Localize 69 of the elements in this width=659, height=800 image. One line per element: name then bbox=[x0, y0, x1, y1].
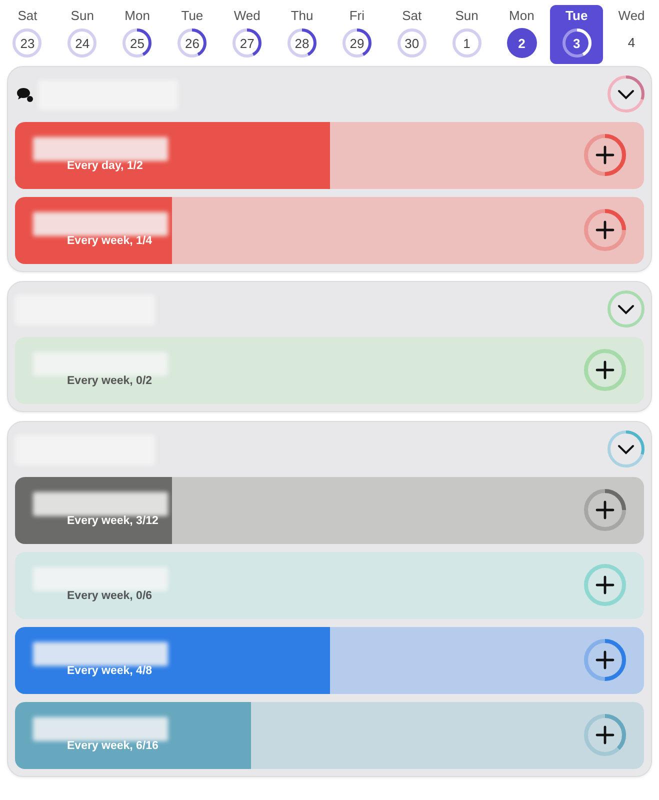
weekday-label: Tue bbox=[566, 8, 588, 23]
progress-ring bbox=[121, 27, 154, 59]
collapse-button[interactable] bbox=[606, 429, 646, 469]
progress-ring bbox=[450, 27, 483, 59]
progress-ring bbox=[176, 27, 208, 59]
day-tab[interactable]: Wed 4 bbox=[605, 5, 658, 64]
collapse-button[interactable] bbox=[606, 74, 646, 114]
date-number: 3 bbox=[572, 36, 580, 50]
date-number: 30 bbox=[404, 36, 420, 50]
habit-row[interactable]: Every week, 4/8 bbox=[15, 627, 644, 694]
weekday-label: Sun bbox=[455, 8, 478, 23]
date-number: 23 bbox=[20, 36, 35, 50]
day-tab[interactable]: Sun 24 bbox=[56, 5, 109, 64]
weekday-label: Thu bbox=[290, 8, 314, 23]
weekday-label: Sun bbox=[70, 8, 94, 23]
day-tab[interactable]: Mon 25 bbox=[110, 5, 164, 64]
progress-ring bbox=[66, 27, 98, 59]
progress-ring bbox=[286, 27, 318, 59]
day-tab[interactable]: Mon 2 bbox=[495, 5, 548, 64]
habit-frequency: Every week, 6/16 bbox=[67, 740, 158, 752]
add-button[interactable] bbox=[582, 487, 628, 533]
day-tab[interactable]: Wed 27 bbox=[220, 5, 274, 64]
day-tab[interactable]: Sun 1 bbox=[440, 5, 494, 64]
progress-ring bbox=[340, 27, 373, 59]
habit-row[interactable]: Every week, 0/6 bbox=[15, 552, 644, 619]
add-button[interactable] bbox=[582, 207, 628, 253]
weekday-label: Sat bbox=[402, 8, 422, 23]
add-button[interactable] bbox=[582, 712, 628, 758]
habit-row[interactable]: Every day, 1/2 bbox=[15, 122, 644, 189]
day-tab[interactable]: Tue 3 bbox=[550, 5, 604, 64]
date-number: 29 bbox=[350, 36, 364, 50]
weekday-label: Fri bbox=[349, 8, 365, 23]
progress-ring bbox=[231, 27, 264, 59]
date-complete: 2 bbox=[506, 28, 537, 58]
habit-frequency: Every week, 4/8 bbox=[67, 665, 152, 677]
add-button[interactable] bbox=[582, 637, 628, 683]
date-number: 28 bbox=[294, 36, 310, 50]
date-number: 4 bbox=[628, 34, 636, 52]
habit-frequency: Every week, 0/2 bbox=[67, 375, 152, 387]
weekday-label: Wed bbox=[234, 8, 260, 23]
date-number: 27 bbox=[240, 36, 254, 50]
habit-frequency: Every week, 0/6 bbox=[67, 590, 152, 602]
add-button[interactable] bbox=[582, 132, 628, 178]
habit-row[interactable]: Every week, 1/4 bbox=[15, 197, 644, 264]
add-button[interactable] bbox=[582, 347, 628, 393]
day-tab[interactable]: Thu 28 bbox=[276, 5, 328, 64]
progress-ring bbox=[396, 27, 428, 59]
habit-row[interactable]: Every week, 0/2 bbox=[15, 337, 644, 404]
day-tab[interactable]: Tue 26 bbox=[166, 5, 219, 64]
weekday-label: Tue bbox=[181, 8, 204, 23]
weekday-label: Wed bbox=[618, 8, 645, 23]
collapse-button[interactable] bbox=[606, 289, 646, 329]
date-number: 26 bbox=[184, 36, 200, 50]
progress-ring bbox=[560, 27, 593, 59]
date-number: 24 bbox=[75, 36, 90, 50]
weekday-label: Sat bbox=[18, 8, 38, 23]
habit-row[interactable]: Every week, 3/12 bbox=[15, 477, 644, 544]
add-button[interactable] bbox=[582, 562, 628, 608]
weekday-label: Mon bbox=[509, 8, 534, 23]
habit-frequency: Every week, 3/12 bbox=[67, 515, 158, 527]
habit-frequency: Every week, 1/4 bbox=[67, 235, 152, 247]
progress-ring bbox=[11, 27, 44, 59]
date-number: 25 bbox=[130, 36, 145, 50]
day-tab[interactable]: Sat 23 bbox=[1, 5, 54, 64]
weekday-label: Mon bbox=[124, 8, 150, 23]
habit-frequency: Every day, 1/2 bbox=[67, 160, 143, 172]
day-tab[interactable]: Sat 30 bbox=[385, 5, 438, 64]
day-tab[interactable]: Fri 29 bbox=[330, 5, 384, 64]
date-number: 1 bbox=[463, 36, 470, 50]
